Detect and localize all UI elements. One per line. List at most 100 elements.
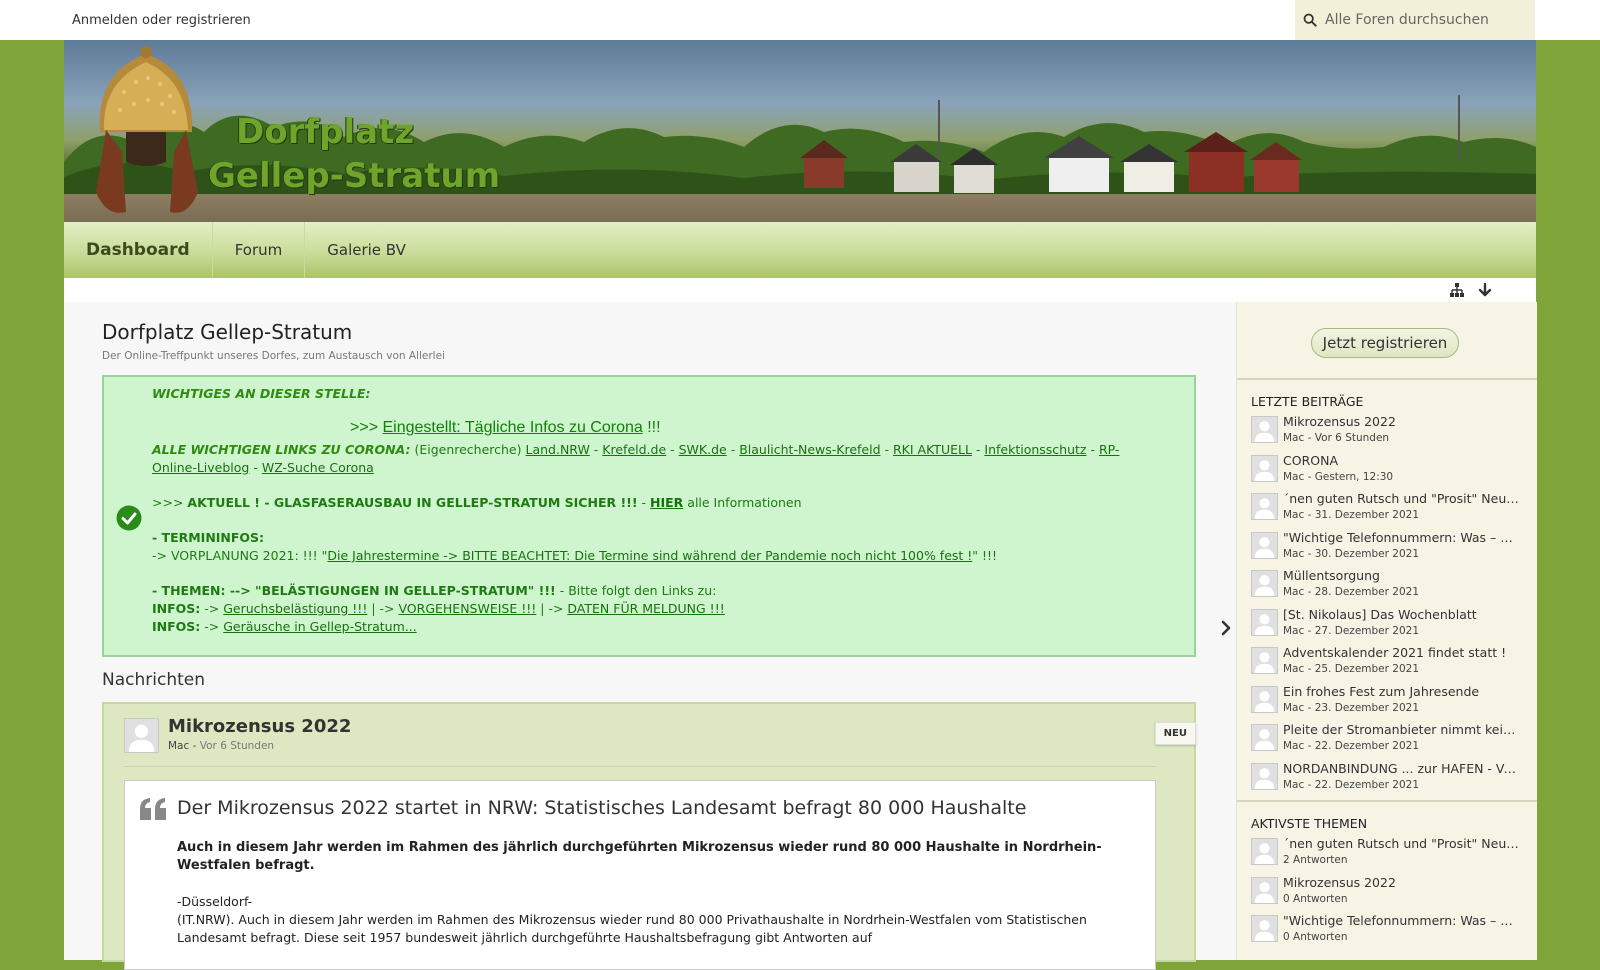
quote-paragraph: -Düsseldorf- (IT.NRW). Auch in diesem Ja… — [177, 893, 1137, 947]
recent-post-title[interactable]: "Wichtige Telefonnummern: Was – W... — [1283, 530, 1521, 545]
recent-post-title[interactable]: Müllentsorgung — [1283, 568, 1521, 583]
news-card: Mikrozensus 2022 Mac - Vor 6 Stunden NEU… — [102, 702, 1196, 970]
link-daten-fuer-meldung[interactable]: DATEN FÜR MELDUNG !!! — [567, 601, 724, 616]
list-item[interactable]: Mikrozensus 2022 0 Antworten — [1251, 875, 1525, 914]
news-quote-box: Der Mikrozensus 2022 startet in NRW: Sta… — [124, 780, 1156, 970]
news-author[interactable]: Mac — [168, 740, 189, 752]
active-topic-title[interactable]: "Wichtige Telefonnummern: Was – W... — [1283, 913, 1521, 928]
list-item[interactable]: "Wichtige Telefonnummern: Was – W... Mac … — [1251, 530, 1525, 569]
list-item[interactable]: CORONA Mac - Gestern, 12:30 — [1251, 453, 1525, 492]
link-swk-de[interactable]: SWK.de — [679, 442, 727, 457]
link-wz-suche-corona[interactable]: WZ-Suche Corona — [262, 460, 374, 475]
notice-heading: WICHTIGES AN DIESER STELLE: — [152, 386, 371, 401]
page-subtitle: Der Online-Treffpunkt unseres Dorfes, zu… — [102, 350, 445, 362]
recent-post-meta: Mac - Gestern, 12:30 — [1283, 470, 1394, 483]
recent-post-title[interactable]: [St. Nikolaus] Das Wochenblatt — [1283, 607, 1521, 622]
infos-label: INFOS: — [152, 601, 201, 616]
user-placeholder-icon — [1254, 459, 1275, 481]
search-box[interactable] — [1295, 0, 1535, 40]
list-item[interactable]: ´nen guten Rutsch und "Prosit" Neu J... M… — [1251, 491, 1525, 530]
user-placeholder-icon — [1254, 652, 1275, 673]
news-heading: Nachrichten — [102, 670, 205, 690]
link-krefeld-de[interactable]: Krefeld.de — [602, 442, 666, 457]
corona-info-line: >>> Eingestellt: Tägliche Infos zu Coron… — [350, 419, 1152, 437]
link-geraeusche[interactable]: Geräusche in Gellep-Stratum... — [223, 619, 416, 634]
avatar[interactable] — [1251, 647, 1278, 674]
infos-arrow-2: -> — [200, 619, 224, 634]
active-topic-meta: 0 Antworten — [1283, 931, 1348, 943]
corona-prefix: >>> — [350, 419, 383, 436]
user-placeholder-icon — [1254, 881, 1275, 903]
chevron-right-icon[interactable] — [1220, 620, 1232, 636]
list-item[interactable]: [St. Nikolaus] Das Wochenblatt Mac - 27. … — [1251, 607, 1525, 646]
recent-post-title[interactable]: Adventskalender 2021 findet statt ! — [1283, 645, 1521, 660]
link-vorgehensweise[interactable]: VORGEHENSWEISE !!! — [398, 601, 536, 616]
glasfaser-link[interactable]: HIER — [650, 495, 683, 510]
sidebar: Jetzt registrieren LETZTE BEITRÄGE Mikro… — [1236, 302, 1537, 960]
news-title[interactable]: Mikrozensus 2022 — [168, 716, 351, 737]
link-infektionsschutz[interactable]: Infektionsschutz — [984, 442, 1086, 457]
avatar[interactable] — [1251, 416, 1278, 443]
nav-galerie-bv[interactable]: Galerie BV — [305, 222, 428, 278]
search-icon — [1303, 13, 1317, 27]
recent-post-meta: Mac - 25. Dezember 2021 — [1283, 663, 1420, 675]
list-item[interactable]: Pleite der Stromanbieter nimmt kein ... M… — [1251, 722, 1525, 761]
nav-dashboard[interactable]: Dashboard — [64, 222, 213, 278]
recent-post-title[interactable]: Pleite der Stromanbieter nimmt kein ... — [1283, 722, 1521, 737]
news-time: Vor 6 Stunden — [199, 740, 275, 752]
avatar[interactable] — [1251, 915, 1278, 942]
avatar[interactable] — [1251, 493, 1278, 520]
arrow-down-icon[interactable] — [1477, 282, 1493, 298]
link-rki-aktuell[interactable]: RKI AKTUELL — [893, 442, 972, 457]
list-item[interactable]: Ein frohes Fest zum Jahresende Mac - 23. … — [1251, 684, 1525, 723]
recent-post-title[interactable]: NORDANBINDUNG ... zur HAFEN - Ve... — [1283, 761, 1521, 776]
avatar[interactable] — [1251, 685, 1278, 713]
user-placeholder-icon — [1254, 920, 1275, 941]
avatar[interactable] — [1251, 838, 1278, 865]
recent-post-title[interactable]: Mikrozensus 2022 — [1283, 414, 1521, 429]
login-register-link[interactable]: Anmelden oder registrieren — [72, 13, 251, 28]
list-item[interactable]: ´nen guten Rutsch und "Prosit" Neu J... 2… — [1251, 836, 1525, 875]
avatar[interactable] — [1251, 876, 1278, 904]
link-land-nrw[interactable]: Land.NRW — [525, 442, 589, 457]
avatar[interactable] — [124, 718, 159, 753]
active-topic-title[interactable]: Mikrozensus 2022 — [1283, 875, 1521, 890]
list-item[interactable]: Mikrozensus 2022 Mac - Vor 6 Stunden — [1251, 414, 1525, 453]
termin-link[interactable]: Die Jahrestermine -> BITTE BEACHTET: Die… — [327, 548, 972, 563]
active-topic-meta: 2 Antworten — [1283, 854, 1348, 866]
list-item[interactable]: NORDANBINDUNG ... zur HAFEN - Ve... Mac -… — [1251, 761, 1525, 800]
active-topic-title[interactable]: ´nen guten Rutsch und "Prosit" Neu J... — [1283, 836, 1521, 851]
sidebar-divider — [1237, 800, 1537, 802]
register-button[interactable]: Jetzt registrieren — [1311, 328, 1459, 358]
link-blaulicht-news[interactable]: Blaulicht-News-Krefeld — [739, 442, 880, 457]
sitemap-icon[interactable] — [1449, 282, 1465, 298]
infos-arrow: -> — [200, 601, 224, 616]
avatar[interactable] — [1251, 762, 1278, 790]
recent-post-title[interactable]: CORONA — [1283, 453, 1521, 468]
user-placeholder-icon — [1254, 575, 1275, 596]
avatar[interactable] — [1251, 724, 1278, 751]
recent-post-title[interactable]: Ein frohes Fest zum Jahresende — [1283, 684, 1521, 699]
corona-links-note: (Eigenrecherche) — [410, 442, 526, 457]
nav-forum[interactable]: Forum — [213, 222, 306, 278]
corona-info-link[interactable]: Eingestellt: Tägliche Infos zu Corona — [382, 419, 642, 436]
search-input[interactable] — [1323, 11, 1527, 29]
new-badge: NEU — [1154, 722, 1196, 745]
quote-place: -Düsseldorf- — [177, 894, 253, 909]
link-geruchsbelaestigung[interactable]: Geruchsbelästigung !!! — [223, 601, 367, 616]
list-item[interactable]: Müllentsorgung Mac - 28. Dezember 2021 — [1251, 568, 1525, 607]
avatar[interactable] — [1251, 454, 1278, 482]
list-item[interactable]: "Wichtige Telefonnummern: Was – W... 0 An… — [1251, 913, 1525, 952]
list-item[interactable]: Adventskalender 2021 findet statt ! Mac -… — [1251, 645, 1525, 684]
recent-post-title[interactable]: ´nen guten Rutsch und "Prosit" Neu J... — [1283, 491, 1521, 506]
header-banner[interactable]: Dorfplatz Gellep-Stratum — [64, 40, 1536, 222]
notice-box: WICHTIGES AN DIESER STELLE: >>> Eingeste… — [102, 375, 1196, 657]
avatar[interactable] — [1251, 531, 1278, 559]
infos-pipe-2: | -> — [536, 601, 568, 616]
corona-links-label: ALLE WICHTIGEN LINKS ZU CORONA: — [152, 442, 411, 457]
avatar[interactable] — [1251, 608, 1278, 636]
recent-post-meta: Mac - 27. Dezember 2021 — [1283, 624, 1420, 637]
avatar[interactable] — [1251, 570, 1278, 597]
user-placeholder-icon — [1254, 843, 1275, 864]
infos-line-1: INFOS: -> Geruchsbelästigung !!! | -> VO… — [152, 600, 1152, 618]
